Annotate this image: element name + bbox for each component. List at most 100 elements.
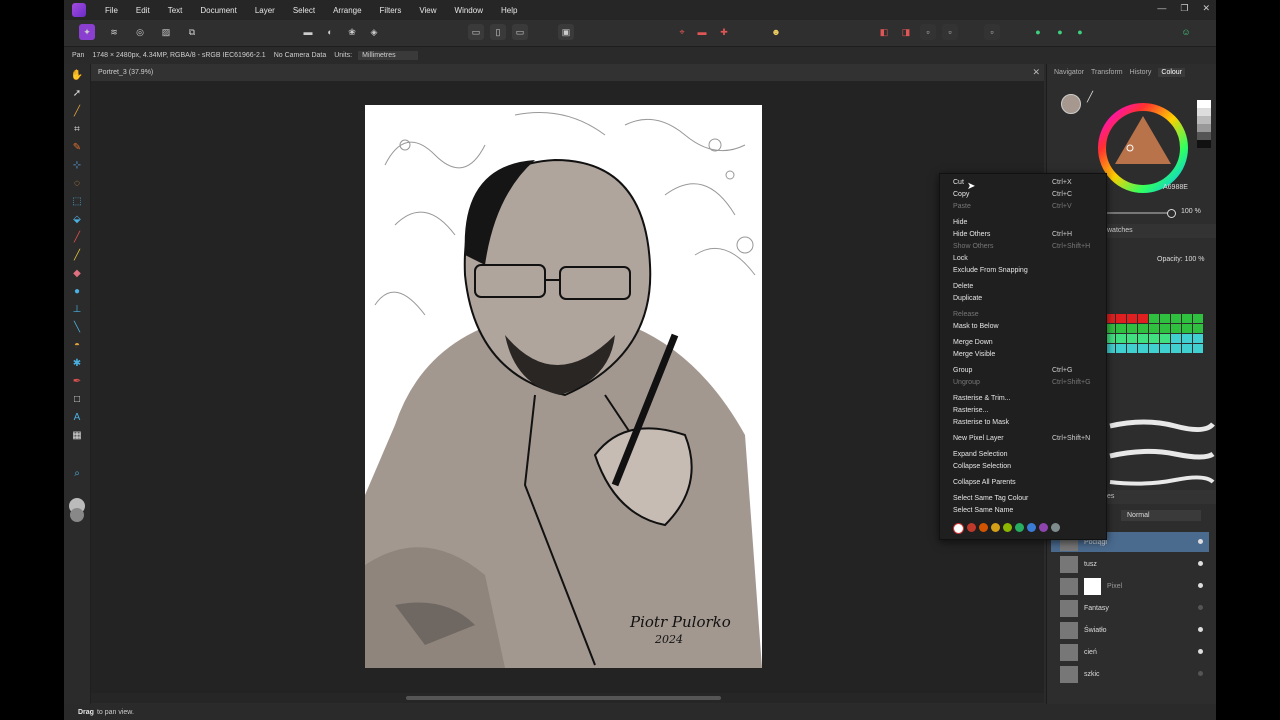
menu-item-mask-to-below[interactable]: Mask to Below bbox=[953, 323, 1099, 335]
menu-help[interactable]: Help bbox=[501, 6, 517, 15]
colour-wheel[interactable] bbox=[1097, 102, 1189, 194]
visibility-icon[interactable] bbox=[1198, 605, 1203, 610]
brush-stroke-1[interactable] bbox=[1105, 416, 1215, 436]
freehand-select-icon[interactable]: ◌ bbox=[70, 176, 84, 190]
close-document-icon[interactable]: ✕ bbox=[1032, 67, 1040, 78]
artwork-canvas[interactable]: Piotr Pulorko 2024 bbox=[365, 105, 762, 668]
opacity-value[interactable]: 100 % bbox=[1181, 208, 1201, 215]
secondary-colour-icon[interactable] bbox=[70, 508, 84, 522]
tag-colour-none[interactable] bbox=[953, 523, 964, 534]
menu-item-new-pixel-layer[interactable]: New Pixel Layer Ctrl+Shift+N bbox=[953, 435, 1099, 447]
visibility-icon[interactable] bbox=[1198, 671, 1203, 676]
hex-value[interactable]: A6988E bbox=[1163, 184, 1188, 191]
healing-brush-icon[interactable]: ◓ bbox=[70, 338, 84, 352]
menu-item-lock[interactable]: Lock bbox=[953, 255, 1099, 267]
flood-fill-icon[interactable]: ⬙ bbox=[70, 212, 84, 226]
pen-tool-icon[interactable]: ✒ bbox=[70, 374, 84, 388]
flip-icon[interactable]: ▫ bbox=[942, 24, 958, 40]
tab-history[interactable]: History bbox=[1130, 69, 1152, 76]
marquee-tool-icon[interactable]: ⬚ bbox=[70, 194, 84, 208]
mesh-warp-icon[interactable]: ▦ bbox=[70, 428, 84, 442]
dodge-brush-icon[interactable]: ● bbox=[70, 284, 84, 298]
menu-edit[interactable]: Edit bbox=[136, 6, 150, 15]
brush-stroke-3[interactable] bbox=[1105, 472, 1215, 492]
view-mode-icon[interactable]: ▭ bbox=[468, 24, 484, 40]
flood-select-icon[interactable]: ⊹ bbox=[70, 158, 84, 172]
arrange-back-icon[interactable]: ◧ bbox=[876, 24, 892, 40]
menu-item-delete[interactable]: Delete bbox=[953, 283, 1099, 295]
menu-window[interactable]: Window bbox=[455, 6, 483, 15]
selection-mode-icon[interactable]: ▣ bbox=[558, 24, 574, 40]
layer-row[interactable]: szkic bbox=[1051, 664, 1209, 684]
menu-item-select-same-tag-colour[interactable]: Select Same Tag Colour bbox=[953, 495, 1099, 507]
develop-persona-icon[interactable]: ◎ bbox=[132, 24, 148, 40]
brush-stroke-2[interactable] bbox=[1105, 444, 1215, 464]
layer-row[interactable]: Pixel bbox=[1051, 576, 1209, 596]
menu-item-hide-others[interactable]: Hide Others Ctrl+H bbox=[953, 231, 1099, 243]
tag-colour-purple[interactable] bbox=[1039, 523, 1048, 532]
tone-mapping-persona-icon[interactable]: ▨ bbox=[158, 24, 174, 40]
menu-item-rasterise-to-mask[interactable]: Rasterise to Mask bbox=[953, 419, 1099, 431]
opacity-slider-handle[interactable] bbox=[1167, 209, 1176, 218]
move-tool-icon[interactable]: ➚ bbox=[70, 86, 84, 100]
menu-file[interactable]: File bbox=[105, 6, 118, 15]
menu-layer[interactable]: Layer bbox=[255, 6, 275, 15]
blur-brush-icon[interactable]: ╲ bbox=[70, 320, 84, 334]
document-tab[interactable]: Portret_3 (37.9%) ✕ bbox=[91, 64, 1044, 81]
snapping-icon[interactable]: ⌖ bbox=[674, 24, 690, 40]
menu-item-rasterise[interactable]: Rasterise... bbox=[953, 407, 1099, 419]
tag-colour-red[interactable] bbox=[967, 523, 976, 532]
tag-colour-orange[interactable] bbox=[979, 523, 988, 532]
menu-item-duplicate[interactable]: Duplicate bbox=[953, 295, 1099, 307]
close-window-icon[interactable]: ✕ bbox=[1202, 3, 1210, 14]
tag-colour-green[interactable] bbox=[1015, 523, 1024, 532]
menu-filters[interactable]: Filters bbox=[380, 6, 402, 15]
account-icon[interactable]: ☺ bbox=[1178, 24, 1194, 40]
scroll-thumb[interactable] bbox=[406, 696, 721, 700]
crop-tool-icon[interactable]: ⌗ bbox=[70, 122, 84, 136]
visibility-icon[interactable] bbox=[1198, 583, 1203, 588]
tag-colour-grey[interactable] bbox=[1051, 523, 1060, 532]
auto-contrast-icon[interactable]: ◐ bbox=[322, 24, 338, 40]
levels-icon[interactable]: ▬ bbox=[300, 24, 316, 40]
tag-colour-lime[interactable] bbox=[1003, 523, 1012, 532]
colour-picker-icon[interactable]: ╱ bbox=[70, 104, 84, 118]
align-icon[interactable]: ▫ bbox=[920, 24, 936, 40]
menu-item-group[interactable]: Group Ctrl+G bbox=[953, 367, 1099, 379]
layer-row[interactable]: tusz bbox=[1051, 554, 1209, 574]
erase-brush-icon[interactable]: ◆ bbox=[70, 266, 84, 280]
boolean-add-icon[interactable]: ● bbox=[1030, 24, 1046, 40]
tab-colour[interactable]: Colour bbox=[1158, 68, 1186, 77]
tag-colour-blue[interactable] bbox=[1027, 523, 1036, 532]
minimize-icon[interactable]: — bbox=[1157, 3, 1166, 14]
menu-item-release[interactable]: Release bbox=[953, 311, 1099, 323]
export-persona-icon[interactable]: ⧉ bbox=[184, 24, 200, 40]
menu-item-hide[interactable]: Hide bbox=[953, 219, 1099, 231]
assistant-icon[interactable]: ☻ bbox=[768, 24, 784, 40]
fill-colour-swatch[interactable] bbox=[1061, 94, 1081, 114]
shape-tool-icon[interactable]: □ bbox=[70, 392, 84, 406]
pixel-tool-icon[interactable]: ╱ bbox=[70, 248, 84, 262]
opacity-value-2[interactable]: 100 % bbox=[1185, 256, 1205, 263]
menu-arrange[interactable]: Arrange bbox=[333, 6, 361, 15]
visibility-icon[interactable] bbox=[1198, 561, 1203, 566]
auto-colour-icon[interactable]: ❀ bbox=[344, 24, 360, 40]
menu-item-rasterise-trim[interactable]: Rasterise & Trim... bbox=[953, 395, 1099, 407]
swatches-tab[interactable]: watches bbox=[1107, 227, 1133, 234]
menu-select[interactable]: Select bbox=[293, 6, 315, 15]
zoom-tool-icon[interactable]: ⌕ bbox=[70, 466, 84, 480]
view-mirror-icon[interactable]: ▭ bbox=[512, 24, 528, 40]
eyedropper-icon[interactable]: ╱ bbox=[1087, 92, 1093, 103]
tag-colour-yellow[interactable] bbox=[991, 523, 1000, 532]
visibility-icon[interactable] bbox=[1198, 649, 1203, 654]
clone-brush-icon[interactable]: ⊥ bbox=[70, 302, 84, 316]
menu-item-merge-visible[interactable]: Merge Visible bbox=[953, 351, 1099, 363]
horizontal-scrollbar[interactable] bbox=[91, 693, 1044, 703]
transform-icon[interactable]: ▫ bbox=[984, 24, 1000, 40]
photo-persona-icon[interactable]: ✦ bbox=[79, 24, 95, 40]
swatch-grid[interactable] bbox=[1105, 314, 1203, 358]
tab-navigator[interactable]: Navigator bbox=[1054, 69, 1084, 76]
liquify-persona-icon[interactable]: ≋ bbox=[106, 24, 122, 40]
layers-tab-partial[interactable]: es bbox=[1107, 493, 1114, 500]
menu-item-exclude-snapping[interactable]: Exclude From Snapping bbox=[953, 267, 1099, 279]
